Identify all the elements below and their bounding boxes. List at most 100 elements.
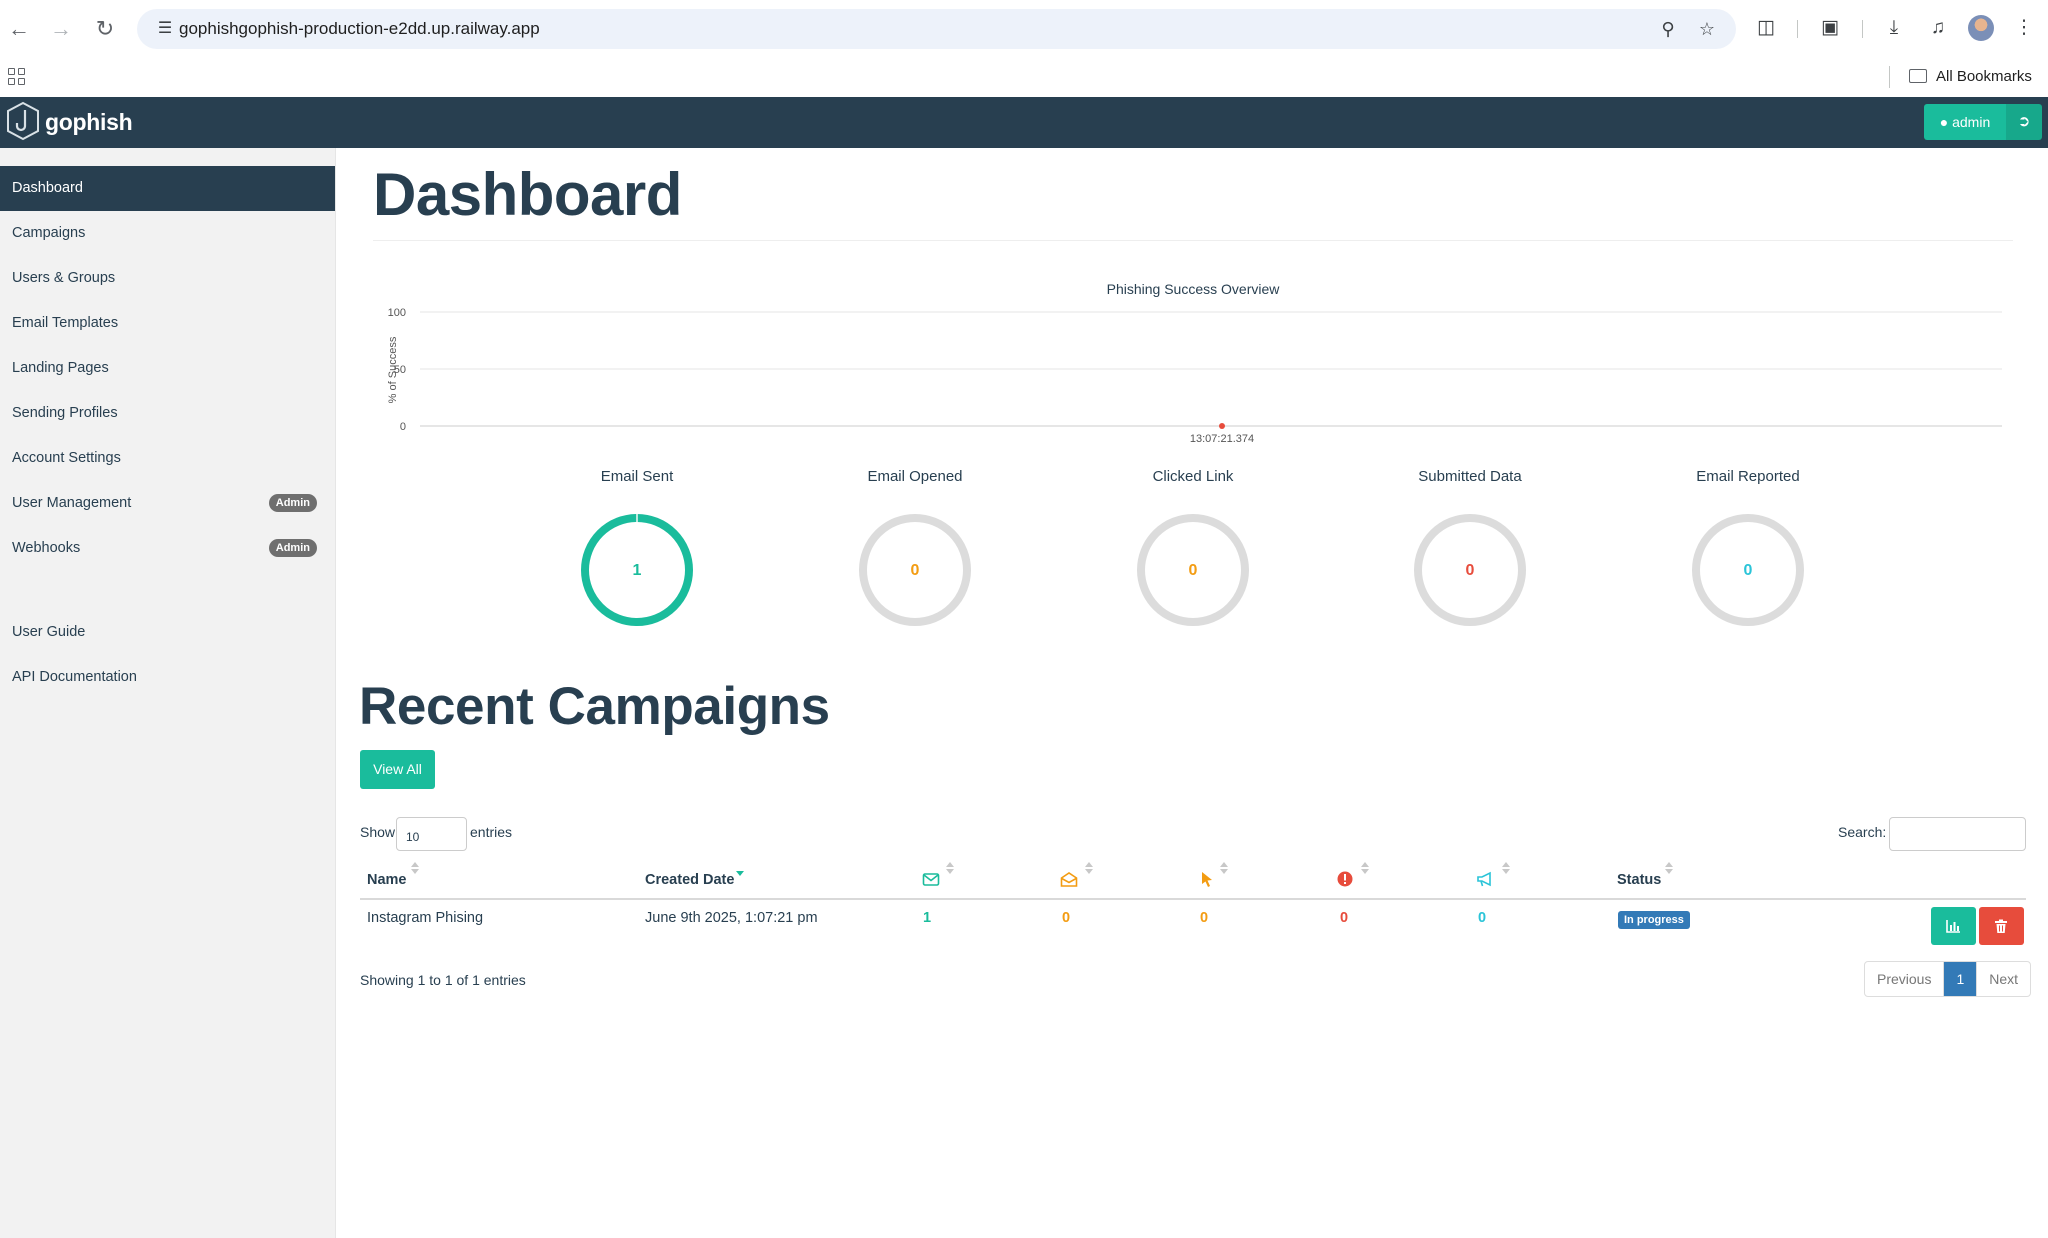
email-sent-column-icon[interactable] — [922, 870, 940, 888]
tab-search-icon[interactable]: ▣ — [1816, 14, 1844, 42]
table-info-text: Showing 1 to 1 of 1 entries — [360, 972, 526, 988]
account-label: admin — [1952, 114, 1991, 130]
sort-icon[interactable] — [1085, 862, 1094, 876]
reported-count-cell: 0 — [1478, 910, 1487, 926]
chart-y-tick-label: 100 — [388, 307, 406, 319]
search-label: Search: — [1838, 824, 1887, 840]
trash-icon — [1995, 919, 2007, 933]
admin-badge: Admin — [268, 494, 317, 512]
sidebar-item-dashboard[interactable]: Dashboard — [0, 166, 335, 211]
extensions-icon[interactable]: ◫ — [1752, 14, 1780, 42]
sidebar-item-landing-pages[interactable]: Landing Pages — [0, 346, 335, 391]
status-badge: In progress — [1618, 911, 1690, 929]
bookmark-star-icon[interactable]: ☆ — [1695, 17, 1719, 41]
sidebar-item-label: User Management — [12, 495, 132, 511]
sidebar-item-label: Email Templates — [12, 315, 119, 331]
sort-desc-icon[interactable] — [736, 862, 745, 876]
chart-title: Phishing Success Overview — [1107, 281, 1281, 297]
browser-toolbar: ← → ↻ ☰ gophishgophish-production-e2dd.u… — [0, 0, 2048, 56]
stat-email-reported: Email Reported 0 — [1658, 468, 1838, 638]
apps-grid-icon[interactable] — [6, 66, 28, 88]
stat-ring: 0 — [1692, 514, 1804, 626]
stat-value: 0 — [1188, 562, 1198, 579]
sort-icon[interactable] — [1665, 862, 1674, 876]
chart-y-tick-label: 50 — [394, 364, 406, 376]
stat-value: 1 — [632, 562, 642, 579]
column-header-created-date[interactable]: Created Date — [645, 872, 734, 888]
account-button[interactable]: ● admin — [1924, 104, 2006, 140]
sort-icon[interactable] — [1220, 862, 1229, 876]
recent-campaigns-title: Recent Campaigns — [359, 677, 830, 736]
stat-clicked-link: Clicked Link 0 — [1103, 468, 1283, 638]
column-header-status[interactable]: Status — [1617, 872, 1661, 888]
previous-page-button[interactable]: Previous — [1865, 962, 1945, 996]
submitted-count-cell: 0 — [1340, 910, 1349, 926]
view-results-button[interactable] — [1931, 907, 1976, 945]
sidebar-item-campaigns[interactable]: Campaigns — [0, 211, 335, 256]
sidebar-item-label: User Guide — [12, 624, 86, 640]
email-opened-column-icon[interactable] — [1060, 870, 1078, 888]
clicked-count-cell: 0 — [1200, 910, 1209, 926]
sidebar-item-label: Campaigns — [12, 225, 86, 241]
logout-icon[interactable]: ➲ — [2006, 104, 2042, 140]
stat-value: 0 — [910, 562, 920, 579]
address-bar[interactable]: ☰ gophishgophish-production-e2dd.up.rail… — [137, 9, 1736, 49]
column-header-name[interactable]: Name — [367, 872, 407, 888]
page-number-button[interactable]: 1 — [1944, 962, 1977, 996]
media-control-icon[interactable]: ♫ — [1924, 14, 1952, 42]
show-label: Show — [360, 824, 396, 840]
chart-x-tick-label: 13:07:21.374 — [1190, 433, 1254, 445]
sidebar-item-account-settings[interactable]: Account Settings — [0, 436, 335, 481]
site-info-icon[interactable]: ☰ — [153, 17, 177, 41]
stat-value: 0 — [1465, 562, 1475, 579]
chart-data-point[interactable] — [1219, 423, 1225, 429]
user-icon: ● — [1939, 114, 1949, 130]
toolbar-divider — [1797, 20, 1798, 38]
brand-name[interactable]: gophish — [45, 109, 133, 136]
downloads-icon[interactable]: ⤓ — [1880, 14, 1908, 42]
stat-submitted-data: Submitted Data 0 — [1380, 468, 1560, 638]
view-all-button[interactable]: View All — [360, 750, 435, 789]
sidebar-item-email-templates[interactable]: Email Templates — [0, 301, 335, 346]
sort-icon[interactable] — [1502, 862, 1511, 876]
sidebar-item-user-guide[interactable]: User Guide — [0, 610, 335, 655]
sent-count-cell: 1 — [923, 910, 932, 926]
forward-icon[interactable]: → — [46, 14, 76, 44]
sidebar-item-users-groups[interactable]: Users & Groups — [0, 256, 335, 301]
zoom-icon[interactable]: ⚲ — [1656, 17, 1680, 41]
clicked-link-column-icon[interactable] — [1198, 870, 1216, 888]
sidebar-item-label: API Documentation — [12, 669, 137, 685]
sort-icon[interactable] — [1361, 862, 1370, 876]
reload-icon[interactable]: ↻ — [90, 14, 120, 44]
gophish-hook-logo-icon[interactable] — [6, 101, 40, 141]
sidebar-item-label: Landing Pages — [12, 360, 109, 376]
sidebar-item-label: Dashboard — [12, 180, 83, 196]
stat-label: Email Opened — [867, 468, 963, 485]
sidebar-item-label: Account Settings — [12, 450, 121, 466]
submitted-data-column-icon[interactable] — [1336, 870, 1354, 888]
sort-icon[interactable] — [946, 862, 955, 876]
stat-label: Email Sent — [600, 468, 674, 485]
stat-ring: 1 — [581, 514, 693, 626]
sidebar-item-webhooks[interactable]: Webhooks Admin — [0, 526, 335, 571]
browser-menu-icon[interactable]: ⋮ — [2010, 14, 2038, 42]
url-text[interactable]: gophishgophish-production-e2dd.up.railwa… — [179, 19, 540, 39]
search-input[interactable] — [1889, 817, 2026, 851]
campaign-name-cell[interactable]: Instagram Phising — [367, 910, 483, 926]
toolbar-divider — [1862, 20, 1863, 38]
page-size-select[interactable]: 10 — [396, 817, 467, 851]
stat-label: Email Reported — [1696, 468, 1800, 485]
page-title: Dashboard — [373, 161, 682, 228]
next-page-button[interactable]: Next — [1976, 962, 2030, 996]
sidebar-item-user-management[interactable]: User Management Admin — [0, 481, 335, 526]
all-bookmarks-button[interactable]: All Bookmarks — [1909, 66, 2032, 88]
profile-avatar[interactable] — [1968, 15, 1994, 41]
sidebar-item-sending-profiles[interactable]: Sending Profiles — [0, 391, 335, 436]
email-reported-column-icon[interactable] — [1476, 870, 1494, 888]
sort-icon[interactable] — [411, 862, 420, 876]
sidebar-item-api-documentation[interactable]: API Documentation — [0, 655, 335, 700]
opened-count-cell: 0 — [1062, 910, 1071, 926]
delete-campaign-button[interactable] — [1979, 907, 2024, 945]
stat-ring: 0 — [1137, 514, 1249, 626]
back-icon[interactable]: ← — [4, 14, 34, 44]
